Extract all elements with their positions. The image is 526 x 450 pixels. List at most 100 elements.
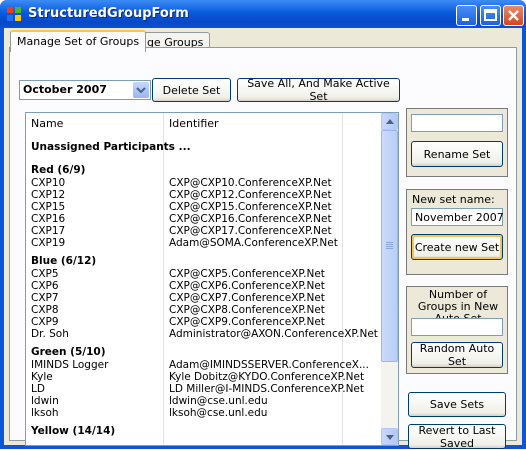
participant-row[interactable]: CXP6 CXP@CXP6.ConferenceXP.Net (26, 280, 382, 292)
minimize-button[interactable] (456, 5, 477, 26)
vertical-scrollbar[interactable] (381, 113, 398, 445)
participant-name: CXP9 (31, 316, 59, 328)
maximize-button[interactable] (480, 5, 501, 26)
dropdown-button[interactable] (133, 82, 149, 98)
random-auto-set-button[interactable]: Random Auto Set (411, 342, 503, 368)
participant-identifier: Kyle Dobitz@KYDO.ConferenceXP.Net (169, 371, 365, 383)
group-header-row[interactable]: Blue (6/12) (26, 255, 382, 267)
grip-line (386, 242, 393, 243)
participant-identifier: CXP@CXP17.ConferenceXP.Net (169, 225, 332, 237)
participant-name: lksoh (31, 407, 59, 419)
group-header-row[interactable]: Yellow (14/14) (26, 425, 382, 437)
participant-identifier: CXP@CXP15.ConferenceXP.Net (169, 201, 332, 213)
participant-row[interactable]: CXP10 CXP@CXP10.ConferenceXP.Net (26, 177, 382, 189)
participant-identifier: CXP@CXP16.ConferenceXP.Net (169, 213, 332, 225)
participant-name: IMINDS Logger (31, 359, 109, 371)
participant-row[interactable]: Dr. Soh Administrator@AXON.ConferenceXP.N… (26, 328, 382, 340)
participant-row[interactable]: CXP17 CXP@CXP17.ConferenceXP.Net (26, 225, 382, 237)
participant-name: Kyle (31, 371, 53, 383)
rename-input[interactable] (411, 114, 503, 132)
participant-name: CXP19 (31, 237, 66, 249)
participant-name: Yellow (14/14) (31, 425, 116, 437)
window-title: StructuredGroupForm (28, 6, 189, 21)
participant-identifier: LD Miller@I-MINDS.ConferenceXP.Net (169, 383, 365, 395)
new-set-name-label: New set name: (412, 193, 495, 206)
participant-row[interactable]: Kyle Kyle Dobitz@KYDO.ConferenceXP.Net (26, 371, 382, 383)
participant-row[interactable]: CXP12 CXP@CXP12.ConferenceXP.Net (26, 189, 382, 201)
delete-set-button[interactable]: Delete Set (152, 78, 231, 102)
participant-row[interactable]: lksoh lksoh@cse.unl.edu (26, 407, 382, 419)
app-window: StructuredGroupForm Manage Set of Groups… (0, 0, 526, 450)
arrow-up-icon (386, 119, 394, 124)
participant-row[interactable]: IMINDS Logger Adam@IMINDSSERVER.Conferenc… (26, 359, 382, 371)
column-name[interactable]: Name (26, 113, 63, 135)
participant-identifier: Adam@IMINDSSERVER.ConferenceX... (169, 359, 369, 371)
participant-name: LD (31, 383, 45, 395)
participant-name: CXP5 (31, 268, 59, 280)
participant-identifier: Administrator@AXON.ConferenceXP.Net (169, 328, 378, 340)
participant-name: CXP16 (31, 213, 66, 225)
participant-name: CXP8 (31, 304, 59, 316)
client-area: Manage Set of Groups Manage Groups Octob… (4, 28, 522, 450)
participant-row[interactable]: CXP8 CXP@CXP8.ConferenceXP.Net (26, 304, 382, 316)
participant-name: Green (5/10) (31, 346, 106, 358)
participant-row[interactable]: CXP5 CXP@CXP5.ConferenceXP.Net (26, 268, 382, 280)
participant-identifier: CXP@CXP9.ConferenceXP.Net (169, 316, 325, 328)
participant-name: CXP15 (31, 201, 66, 213)
participant-name: CXP10 (31, 177, 66, 189)
revert-button[interactable]: Revert to Last Saved (408, 424, 506, 450)
tab-manage-set-of-groups[interactable]: Manage Set of Groups (10, 30, 147, 52)
participant-list[interactable]: Name Identifier Unassigned Participants … (25, 112, 399, 446)
title-bar[interactable]: StructuredGroupForm (0, 0, 526, 28)
scroll-up-button[interactable] (381, 113, 398, 130)
scroll-thumb[interactable] (381, 130, 398, 362)
participant-row[interactable]: ldwin ldwin@cse.unl.edu (26, 395, 382, 407)
set-select-value: October 2007 (23, 83, 107, 96)
group-header-row[interactable]: Green (5/10) (26, 346, 382, 358)
arrow-down-icon (386, 435, 394, 440)
participant-identifier: CXP@CXP12.ConferenceXP.Net (169, 189, 332, 201)
participant-row[interactable]: CXP9 CXP@CXP9.ConferenceXP.Net (26, 316, 382, 328)
new-set-name-input[interactable]: November 2007 (411, 208, 504, 226)
participant-name: Unassigned Participants ... (31, 141, 191, 153)
participant-name: Dr. Soh (31, 328, 69, 340)
participant-row[interactable]: CXP16 CXP@CXP16.ConferenceXP.Net (26, 213, 382, 225)
create-new-set-button[interactable]: Create new Set (411, 234, 503, 260)
participant-identifier: lksoh@cse.unl.edu (169, 407, 268, 419)
participant-name: CXP7 (31, 292, 59, 304)
participant-row[interactable]: CXP15 CXP@CXP15.ConferenceXP.Net (26, 201, 382, 213)
group-header-row[interactable]: Unassigned Participants ... (26, 141, 382, 153)
participant-name: CXP12 (31, 189, 66, 201)
participant-row[interactable]: CXP7 CXP@CXP7.ConferenceXP.Net (26, 292, 382, 304)
close-icon (508, 10, 519, 21)
participant-name: Blue (6/12) (31, 255, 97, 267)
chevron-down-icon (136, 87, 146, 94)
participant-identifier: Adam@SOMA.ConferenceXP.Net (169, 237, 338, 249)
maximize-icon (484, 9, 497, 21)
list-header: Name Identifier (26, 113, 382, 135)
participant-name: CXP17 (31, 225, 66, 237)
column-identifier[interactable]: Identifier (164, 113, 219, 135)
participant-name: CXP6 (31, 280, 59, 292)
rename-set-button[interactable]: Rename Set (411, 141, 503, 167)
participant-name: Red (6/9) (31, 164, 86, 176)
scroll-down-button[interactable] (381, 428, 398, 445)
save-all-active-button[interactable]: Save All, And Make Active Set (237, 77, 400, 103)
save-sets-button[interactable]: Save Sets (408, 392, 506, 417)
grip-line (386, 248, 393, 249)
grip-line (386, 246, 393, 247)
rename-panel: Rename Set (406, 108, 508, 177)
participant-identifier: ldwin@cse.unl.edu (169, 395, 268, 407)
minimize-icon (462, 18, 469, 21)
participant-row[interactable]: CXP19 Adam@SOMA.ConferenceXP.Net (26, 237, 382, 249)
participant-name: ldwin (31, 395, 59, 407)
auto-set-count-input[interactable] (411, 318, 503, 336)
auto-set-panel: Number of Groups in New Auto Set Random … (406, 286, 508, 374)
group-header-row[interactable]: Red (6/9) (26, 164, 382, 176)
close-button[interactable] (503, 5, 524, 26)
participant-row[interactable]: LD LD Miller@I-MINDS.ConferenceXP.Net (26, 383, 382, 395)
set-select[interactable]: October 2007 (19, 80, 151, 100)
grip-line (386, 244, 393, 245)
participant-identifier: CXP@CXP6.ConferenceXP.Net (169, 280, 325, 292)
participant-identifier: CXP@CXP8.ConferenceXP.Net (169, 304, 325, 316)
